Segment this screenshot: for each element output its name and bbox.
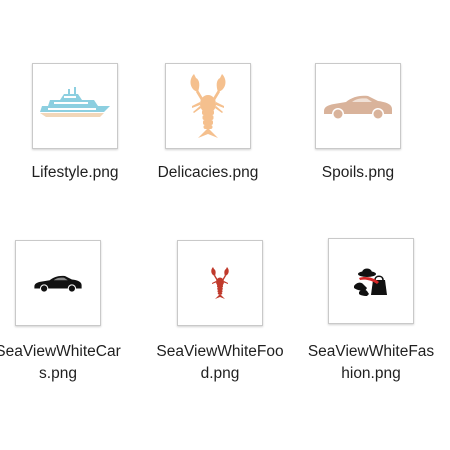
file-name[interactable]: Delicacies.png [123, 162, 293, 184]
lobster-icon [190, 74, 226, 138]
file-name[interactable]: SeaViewWhiteFas hion.png [286, 341, 450, 385]
file-grid: Lifestyle.png Delicacies.png Spoils.png … [0, 0, 450, 450]
file-name[interactable]: SeaViewWhiteCar s.png [0, 341, 143, 385]
file-thumbnail[interactable] [328, 238, 414, 324]
sports-car-icon [34, 275, 82, 293]
file-item-seaviewwhitecars[interactable]: SeaViewWhiteCar s.png [0, 238, 133, 398]
file-thumbnail[interactable] [165, 63, 251, 149]
file-thumbnail[interactable] [32, 63, 118, 149]
file-item-spoils[interactable]: Spoils.png [283, 0, 433, 200]
file-item-seaviewwhitefood[interactable]: SeaViewWhiteFoo d.png [145, 238, 295, 398]
yacht-icon [40, 87, 110, 117]
file-name[interactable]: Spoils.png [273, 162, 443, 184]
lobster-icon [211, 267, 229, 299]
sports-car-icon [324, 95, 392, 120]
file-thumbnail[interactable] [315, 63, 401, 149]
file-thumbnail[interactable] [177, 240, 263, 326]
file-thumbnail[interactable] [15, 240, 101, 326]
file-item-delicacies[interactable]: Delicacies.png [133, 0, 283, 200]
file-name[interactable]: SeaViewWhiteFoo d.png [135, 341, 305, 385]
fashion-accessories-icon [354, 268, 387, 296]
file-item-seaviewwhitefashion[interactable]: SeaViewWhiteFas hion.png [296, 236, 446, 396]
